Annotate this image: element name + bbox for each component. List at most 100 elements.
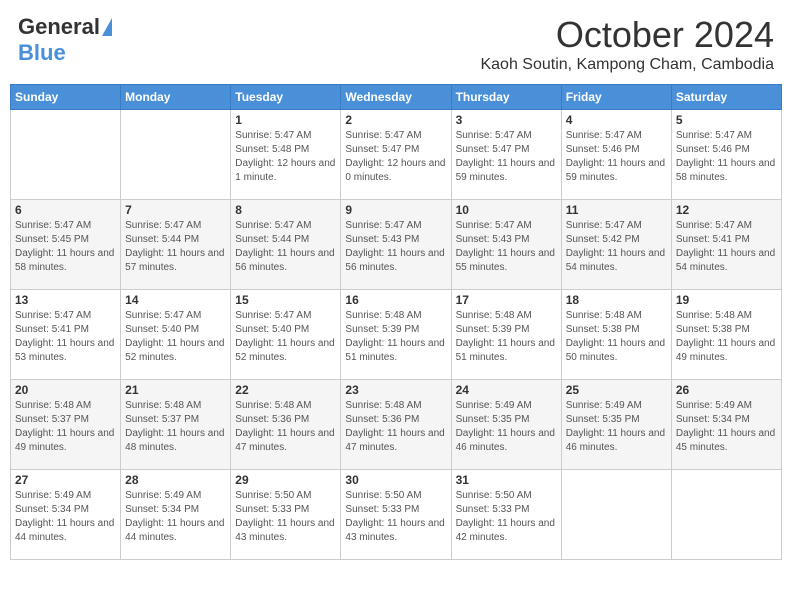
- day-number: 20: [15, 383, 116, 397]
- month-title: October 2024: [480, 14, 774, 56]
- calendar-cell: 13 Sunrise: 5:47 AM Sunset: 5:41 PM Dayli…: [11, 290, 121, 380]
- day-number: 15: [235, 293, 336, 307]
- day-number: 6: [15, 203, 116, 217]
- day-info: Sunrise: 5:48 AM Sunset: 5:37 PM Dayligh…: [15, 399, 116, 455]
- header-cell-saturday: Saturday: [671, 85, 781, 110]
- day-info: Sunrise: 5:48 AM Sunset: 5:38 PM Dayligh…: [676, 309, 777, 365]
- day-info: Sunrise: 5:47 AM Sunset: 5:40 PM Dayligh…: [235, 309, 336, 365]
- day-info: Sunrise: 5:47 AM Sunset: 5:43 PM Dayligh…: [345, 219, 446, 275]
- header-row: SundayMondayTuesdayWednesdayThursdayFrid…: [11, 85, 782, 110]
- calendar-header: SundayMondayTuesdayWednesdayThursdayFrid…: [11, 85, 782, 110]
- calendar-cell: 1 Sunrise: 5:47 AM Sunset: 5:48 PM Daylig…: [231, 110, 341, 200]
- day-number: 27: [15, 473, 116, 487]
- calendar-cell: 3Sunrise: 5:47 AM Sunset: 5:47 PM Daylig…: [451, 110, 561, 200]
- day-info: Sunrise: 5:47 AM Sunset: 5:43 PM Dayligh…: [456, 219, 557, 275]
- day-info: Sunrise: 5:47 AM Sunset: 5:46 PM Dayligh…: [566, 129, 667, 185]
- header-cell-tuesday: Tuesday: [231, 85, 341, 110]
- calendar-cell: 7 Sunrise: 5:47 AM Sunset: 5:44 PM Daylig…: [121, 200, 231, 290]
- calendar-cell: [121, 110, 231, 200]
- day-info: Sunrise: 5:47 AM Sunset: 5:41 PM Dayligh…: [15, 309, 116, 365]
- calendar-cell: 24 Sunrise: 5:49 AM Sunset: 5:35 PM Dayli…: [451, 380, 561, 470]
- day-info: Sunrise: 5:48 AM Sunset: 5:39 PM Dayligh…: [345, 309, 446, 365]
- day-info: Sunrise: 5:49 AM Sunset: 5:34 PM Dayligh…: [125, 489, 226, 545]
- day-info: Sunrise: 5:47 AM Sunset: 5:48 PM Dayligh…: [235, 129, 336, 185]
- calendar-cell: 21 Sunrise: 5:48 AM Sunset: 5:37 PM Dayli…: [121, 380, 231, 470]
- day-info: Sunrise: 5:47 AM Sunset: 5:44 PM Dayligh…: [125, 219, 226, 275]
- day-info: Sunrise: 5:49 AM Sunset: 5:34 PM Dayligh…: [15, 489, 116, 545]
- day-number: 30: [345, 473, 446, 487]
- calendar-cell: 12 Sunrise: 5:47 AM Sunset: 5:41 PM Dayli…: [671, 200, 781, 290]
- day-info: Sunrise: 5:50 AM Sunset: 5:33 PM Dayligh…: [345, 489, 446, 545]
- calendar-cell: 25Sunrise: 5:49 AM Sunset: 5:35 PM Dayli…: [561, 380, 671, 470]
- calendar-week-5: 27 Sunrise: 5:49 AM Sunset: 5:34 PM Dayli…: [11, 470, 782, 560]
- calendar-week-1: 1 Sunrise: 5:47 AM Sunset: 5:48 PM Daylig…: [11, 110, 782, 200]
- calendar-week-2: 6 Sunrise: 5:47 AM Sunset: 5:45 PM Daylig…: [11, 200, 782, 290]
- calendar-cell: [671, 470, 781, 560]
- day-number: 28: [125, 473, 226, 487]
- day-info: Sunrise: 5:48 AM Sunset: 5:38 PM Dayligh…: [566, 309, 667, 365]
- calendar-cell: 20 Sunrise: 5:48 AM Sunset: 5:37 PM Dayli…: [11, 380, 121, 470]
- calendar-week-3: 13 Sunrise: 5:47 AM Sunset: 5:41 PM Dayli…: [11, 290, 782, 380]
- logo: General Blue: [18, 14, 112, 66]
- calendar-cell: 15 Sunrise: 5:47 AM Sunset: 5:40 PM Dayli…: [231, 290, 341, 380]
- calendar-cell: 11Sunrise: 5:47 AM Sunset: 5:42 PM Dayli…: [561, 200, 671, 290]
- day-number: 9: [345, 203, 446, 217]
- day-number: 13: [15, 293, 116, 307]
- day-number: 26: [676, 383, 777, 397]
- day-number: 11: [566, 203, 667, 217]
- calendar-cell: 14 Sunrise: 5:47 AM Sunset: 5:40 PM Dayli…: [121, 290, 231, 380]
- day-number: 14: [125, 293, 226, 307]
- calendar-cell: 6 Sunrise: 5:47 AM Sunset: 5:45 PM Daylig…: [11, 200, 121, 290]
- day-info: Sunrise: 5:47 AM Sunset: 5:47 PM Dayligh…: [456, 129, 557, 185]
- day-info: Sunrise: 5:49 AM Sunset: 5:35 PM Dayligh…: [456, 399, 557, 455]
- calendar-cell: 31Sunrise: 5:50 AM Sunset: 5:33 PM Dayli…: [451, 470, 561, 560]
- calendar-cell: 17 Sunrise: 5:48 AM Sunset: 5:39 PM Dayli…: [451, 290, 561, 380]
- day-number: 22: [235, 383, 336, 397]
- calendar-cell: 18 Sunrise: 5:48 AM Sunset: 5:38 PM Dayli…: [561, 290, 671, 380]
- day-info: Sunrise: 5:47 AM Sunset: 5:47 PM Dayligh…: [345, 129, 446, 185]
- day-number: 24: [456, 383, 557, 397]
- header-cell-monday: Monday: [121, 85, 231, 110]
- day-number: 17: [456, 293, 557, 307]
- day-number: 12: [676, 203, 777, 217]
- calendar-cell: 8Sunrise: 5:47 AM Sunset: 5:44 PM Daylig…: [231, 200, 341, 290]
- day-number: 16: [345, 293, 446, 307]
- calendar-cell: 2Sunrise: 5:47 AM Sunset: 5:47 PM Daylig…: [341, 110, 451, 200]
- calendar-body: 1 Sunrise: 5:47 AM Sunset: 5:48 PM Daylig…: [11, 110, 782, 560]
- day-info: Sunrise: 5:47 AM Sunset: 5:45 PM Dayligh…: [15, 219, 116, 275]
- day-number: 29: [235, 473, 336, 487]
- header-cell-thursday: Thursday: [451, 85, 561, 110]
- logo-triangle-icon: [102, 18, 112, 36]
- day-number: 10: [456, 203, 557, 217]
- calendar-cell: 23Sunrise: 5:48 AM Sunset: 5:36 PM Dayli…: [341, 380, 451, 470]
- day-info: Sunrise: 5:50 AM Sunset: 5:33 PM Dayligh…: [456, 489, 557, 545]
- calendar-cell: 19Sunrise: 5:48 AM Sunset: 5:38 PM Dayli…: [671, 290, 781, 380]
- calendar-cell: 28 Sunrise: 5:49 AM Sunset: 5:34 PM Dayli…: [121, 470, 231, 560]
- day-number: 21: [125, 383, 226, 397]
- day-info: Sunrise: 5:48 AM Sunset: 5:37 PM Dayligh…: [125, 399, 226, 455]
- day-number: 18: [566, 293, 667, 307]
- day-number: 7: [125, 203, 226, 217]
- header-cell-friday: Friday: [561, 85, 671, 110]
- day-info: Sunrise: 5:47 AM Sunset: 5:41 PM Dayligh…: [676, 219, 777, 275]
- day-info: Sunrise: 5:47 AM Sunset: 5:40 PM Dayligh…: [125, 309, 226, 365]
- calendar-cell: [561, 470, 671, 560]
- day-number: 5: [676, 113, 777, 127]
- calendar-cell: 27 Sunrise: 5:49 AM Sunset: 5:34 PM Dayli…: [11, 470, 121, 560]
- day-info: Sunrise: 5:48 AM Sunset: 5:39 PM Dayligh…: [456, 309, 557, 365]
- header: General Blue October 2024 Kaoh Soutin, K…: [10, 10, 782, 78]
- calendar-table: SundayMondayTuesdayWednesdayThursdayFrid…: [10, 84, 782, 560]
- day-info: Sunrise: 5:50 AM Sunset: 5:33 PM Dayligh…: [235, 489, 336, 545]
- calendar-cell: 26 Sunrise: 5:49 AM Sunset: 5:34 PM Dayli…: [671, 380, 781, 470]
- location-subtitle: Kaoh Soutin, Kampong Cham, Cambodia: [480, 56, 774, 74]
- calendar-cell: 22Sunrise: 5:48 AM Sunset: 5:36 PM Dayli…: [231, 380, 341, 470]
- day-number: 1: [235, 113, 336, 127]
- day-info: Sunrise: 5:48 AM Sunset: 5:36 PM Dayligh…: [345, 399, 446, 455]
- title-area: October 2024 Kaoh Soutin, Kampong Cham, …: [480, 14, 774, 74]
- calendar-cell: 29 Sunrise: 5:50 AM Sunset: 5:33 PM Dayli…: [231, 470, 341, 560]
- day-info: Sunrise: 5:49 AM Sunset: 5:34 PM Dayligh…: [676, 399, 777, 455]
- header-cell-wednesday: Wednesday: [341, 85, 451, 110]
- calendar-cell: 4Sunrise: 5:47 AM Sunset: 5:46 PM Daylig…: [561, 110, 671, 200]
- day-info: Sunrise: 5:47 AM Sunset: 5:46 PM Dayligh…: [676, 129, 777, 185]
- header-cell-sunday: Sunday: [11, 85, 121, 110]
